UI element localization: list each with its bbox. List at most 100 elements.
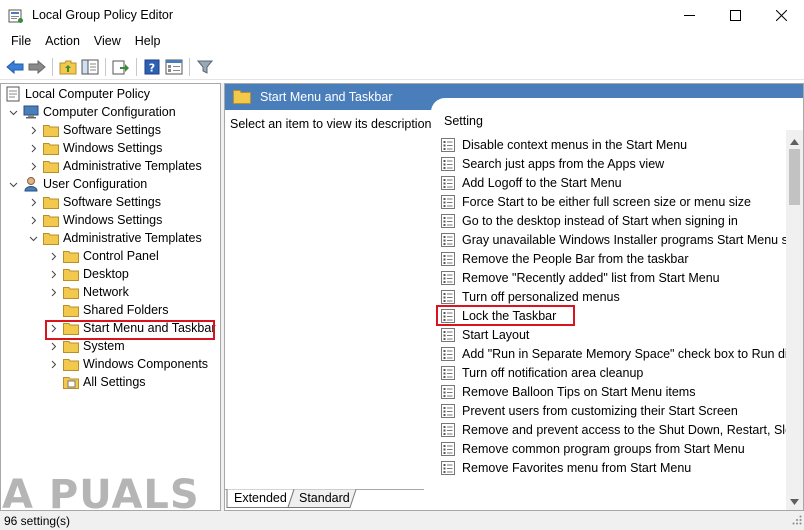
policy-setting-icon bbox=[441, 175, 455, 190]
window-title: Local Group Policy Editor bbox=[32, 8, 174, 22]
setting-row[interactable]: Go to the desktop instead of Start when … bbox=[441, 211, 738, 230]
show-hide-tree-icon[interactable] bbox=[79, 56, 101, 78]
group-policy-app-icon bbox=[8, 8, 24, 24]
all-settings-icon bbox=[63, 374, 79, 390]
properties-icon[interactable] bbox=[163, 56, 185, 78]
chevron-right-icon[interactable] bbox=[47, 358, 59, 370]
setting-row[interactable]: Start Layout bbox=[441, 325, 529, 344]
chevron-right-icon[interactable] bbox=[27, 142, 39, 154]
details-pane: Start Menu and Taskbar Select an item to… bbox=[224, 83, 804, 511]
tree-item-cc-software-settings[interactable]: Software Settings bbox=[27, 121, 162, 139]
tree-item-control-panel[interactable]: Control Panel bbox=[47, 247, 160, 265]
vertical-scrollbar[interactable] bbox=[786, 130, 803, 510]
setting-row[interactable]: Remove Favorites menu from Start Menu bbox=[441, 458, 691, 477]
chevron-right-icon[interactable] bbox=[27, 196, 39, 208]
setting-label: Remove and prevent access to the Shut Do… bbox=[462, 422, 804, 437]
folder-open-icon bbox=[43, 230, 59, 246]
policy-setting-icon bbox=[441, 346, 455, 361]
setting-row[interactable]: Add "Run in Separate Memory Space" check… bbox=[441, 344, 803, 363]
tree-item-uc-administrative-templates[interactable]: Administrative Templates bbox=[27, 229, 203, 247]
chevron-right-icon[interactable] bbox=[27, 160, 39, 172]
tree-label: Software Settings bbox=[63, 195, 161, 209]
setting-label: Disable context menus in the Start Menu bbox=[462, 137, 688, 152]
folder-icon bbox=[43, 158, 59, 174]
column-header-setting[interactable]: Setting bbox=[444, 114, 483, 128]
tree-item-computer-configuration[interactable]: Computer Configuration bbox=[7, 103, 177, 121]
tree-label: System bbox=[83, 339, 125, 353]
setting-row[interactable]: Remove common program groups from Start … bbox=[441, 439, 745, 458]
setting-label: Turn off personalized menus bbox=[462, 289, 620, 304]
chevron-right-icon[interactable] bbox=[47, 286, 59, 298]
policy-setting-icon bbox=[441, 270, 455, 285]
menu-bar: File Action View Help bbox=[0, 31, 804, 52]
help-icon[interactable]: ? bbox=[141, 56, 163, 78]
back-icon[interactable] bbox=[4, 56, 26, 78]
tree-item-shared-folders[interactable]: Shared Folders bbox=[63, 301, 169, 319]
toolbar-separator bbox=[189, 57, 190, 76]
setting-row[interactable]: Remove Balloon Tips on Start Menu items bbox=[441, 382, 695, 401]
setting-row[interactable]: Turn off notification area cleanup bbox=[441, 363, 643, 382]
policy-setting-icon bbox=[441, 384, 455, 399]
up-folder-icon[interactable] bbox=[57, 56, 79, 78]
chevron-down-icon[interactable] bbox=[7, 106, 19, 118]
tree-label: Control Panel bbox=[83, 249, 159, 263]
policy-document-icon bbox=[5, 86, 21, 102]
close-button[interactable] bbox=[758, 0, 804, 31]
setting-row[interactable]: Force Start to be either full screen siz… bbox=[441, 192, 751, 211]
setting-row[interactable]: Remove and prevent access to the Shut Do… bbox=[441, 420, 804, 439]
tree-label: Windows Settings bbox=[63, 141, 163, 155]
menu-action[interactable]: Action bbox=[38, 31, 87, 52]
tab-standard[interactable]: Standard bbox=[299, 489, 350, 507]
toolbar-separator bbox=[52, 57, 53, 76]
tree-item-windows-components[interactable]: Windows Components bbox=[47, 355, 209, 373]
scroll-up-arrow-icon[interactable] bbox=[790, 134, 799, 148]
setting-row[interactable]: Prevent users from customizing their Sta… bbox=[441, 401, 738, 420]
status-text: 96 setting(s) bbox=[4, 513, 71, 528]
setting-row[interactable]: Add Logoff to the Start Menu bbox=[441, 173, 622, 192]
tree-item-network[interactable]: Network bbox=[47, 283, 130, 301]
resize-grip-icon[interactable] bbox=[792, 514, 802, 528]
tree-item-uc-windows-settings[interactable]: Windows Settings bbox=[27, 211, 163, 229]
chevron-right-icon[interactable] bbox=[47, 268, 59, 280]
tree-item-all-settings[interactable]: All Settings bbox=[63, 373, 147, 391]
menu-help[interactable]: Help bbox=[128, 31, 168, 52]
setting-label: Prevent users from customizing their Sta… bbox=[462, 403, 738, 418]
filter-icon[interactable] bbox=[194, 56, 216, 78]
tree-item-cc-windows-settings[interactable]: Windows Settings bbox=[27, 139, 163, 157]
menu-file[interactable]: File bbox=[4, 31, 38, 52]
tree-label: Network bbox=[83, 285, 129, 299]
export-list-icon[interactable] bbox=[110, 56, 132, 78]
tab-extended[interactable]: Extended bbox=[234, 489, 287, 507]
chevron-right-icon[interactable] bbox=[27, 124, 39, 136]
tree-item-desktop[interactable]: Desktop bbox=[47, 265, 130, 283]
setting-row[interactable]: Turn off personalized menus bbox=[441, 287, 620, 306]
tree-label: Administrative Templates bbox=[63, 159, 202, 173]
tree-item-cc-administrative-templates[interactable]: Administrative Templates bbox=[27, 157, 203, 175]
tree-item-uc-software-settings[interactable]: Software Settings bbox=[27, 193, 162, 211]
setting-row[interactable]: Disable context menus in the Start Menu bbox=[441, 135, 687, 154]
chevron-right-icon[interactable] bbox=[27, 214, 39, 226]
setting-label: Remove Balloon Tips on Start Menu items bbox=[462, 384, 696, 399]
tree-item-user-configuration[interactable]: User Configuration bbox=[7, 175, 148, 193]
description-text: Select an item to view its description. bbox=[230, 117, 435, 131]
setting-row[interactable]: Search just apps from the Apps view bbox=[441, 154, 664, 173]
setting-row[interactable]: Remove the People Bar from the taskbar bbox=[441, 249, 689, 268]
chevron-right-icon[interactable] bbox=[47, 250, 59, 262]
chevron-down-icon[interactable] bbox=[7, 178, 19, 190]
maximize-button[interactable] bbox=[712, 0, 758, 31]
policy-setting-icon bbox=[441, 156, 455, 171]
folder-icon bbox=[43, 140, 59, 156]
chevron-right-icon[interactable] bbox=[47, 340, 59, 352]
navigation-tree[interactable]: Local Computer Policy Computer Configura… bbox=[0, 83, 221, 511]
highlight-box-start-menu bbox=[45, 320, 215, 340]
menu-view[interactable]: View bbox=[87, 31, 128, 52]
setting-row[interactable]: Remove "Recently added" list from Start … bbox=[441, 268, 720, 287]
forward-icon[interactable] bbox=[26, 56, 48, 78]
scrollbar-thumb[interactable] bbox=[789, 149, 800, 205]
policy-setting-icon bbox=[441, 289, 455, 304]
chevron-down-icon[interactable] bbox=[27, 232, 39, 244]
minimize-button[interactable] bbox=[666, 0, 712, 31]
tree-item-local-computer-policy[interactable]: Local Computer Policy bbox=[5, 85, 151, 103]
setting-row[interactable]: Gray unavailable Windows Installer progr… bbox=[441, 230, 803, 249]
folder-icon bbox=[43, 194, 59, 210]
